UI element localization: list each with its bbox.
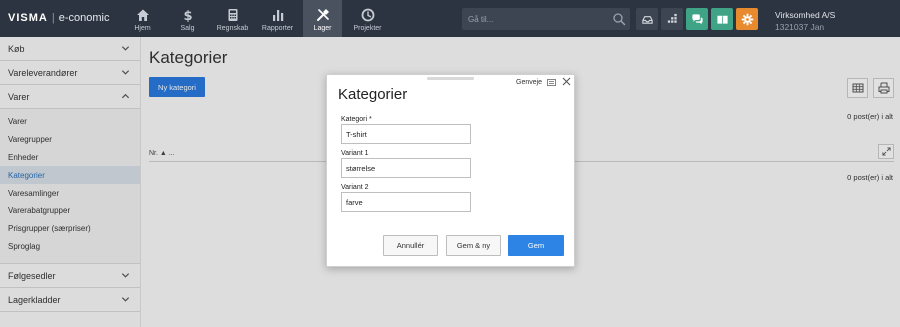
settings-button[interactable] — [736, 8, 758, 30]
apps-button[interactable] — [661, 8, 683, 30]
shortcuts-link[interactable]: Genveje — [516, 79, 556, 86]
category-dialog: Genveje Kategorier Kategori * Variant 1 … — [326, 74, 575, 267]
dollar-icon: $ — [183, 9, 192, 22]
save-and-new-button[interactable]: Gem & ny — [446, 235, 501, 256]
nav-rapporter[interactable]: Rapporter — [255, 0, 300, 37]
kategori-label: Kategori * — [341, 116, 372, 123]
main-nav: Hjem $ Salg Regnskab Rapporter Lager Pro… — [120, 0, 390, 37]
book-button[interactable] — [711, 8, 733, 30]
brand-name: VISMA — [8, 12, 48, 24]
bar-chart-icon — [272, 10, 283, 21]
search-box — [462, 8, 630, 30]
dialog-title: Kategorier — [338, 86, 408, 103]
tools-icon — [316, 9, 329, 21]
inbox-icon — [641, 15, 653, 24]
chat-icon — [691, 13, 703, 24]
variant2-input[interactable] — [341, 192, 471, 212]
product-name: e-conomic — [58, 12, 110, 24]
company-name: Virksomhed A/S — [775, 10, 836, 20]
inbox-button[interactable] — [636, 8, 658, 30]
apps-icon — [667, 13, 677, 23]
home-icon — [136, 9, 149, 21]
save-button[interactable]: Gem — [508, 235, 564, 256]
drag-handle[interactable] — [427, 77, 474, 80]
search-input[interactable] — [468, 12, 608, 26]
book-icon — [716, 15, 728, 24]
variant1-label: Variant 1 — [341, 150, 369, 157]
nav-projekter[interactable]: Projekter — [345, 0, 390, 37]
company-id-user: 1321037 Jan — [775, 22, 825, 32]
gear-icon — [741, 13, 753, 25]
kategori-input[interactable] — [341, 124, 471, 144]
clock-icon — [361, 8, 374, 22]
nav-lager[interactable]: Lager — [303, 0, 342, 37]
nav-regnskab[interactable]: Regnskab — [210, 0, 255, 37]
keyboard-icon — [547, 79, 556, 86]
search-icon[interactable] — [612, 12, 626, 26]
nav-salg[interactable]: $ Salg — [165, 0, 210, 37]
top-bar: VISMA | e-conomic Hjem $ Salg Regnskab R… — [0, 0, 900, 37]
variant1-input[interactable] — [341, 158, 471, 178]
cancel-button[interactable]: Annullér — [383, 235, 438, 256]
logo[interactable]: VISMA | e-conomic — [8, 12, 109, 24]
svg-text:$: $ — [183, 9, 192, 22]
nav-hjem[interactable]: Hjem — [120, 0, 165, 37]
variant2-label: Variant 2 — [341, 184, 369, 191]
chat-button[interactable] — [686, 8, 708, 30]
company-info[interactable]: Virksomhed A/S 1321037 Jan — [775, 9, 835, 33]
close-icon[interactable] — [561, 76, 572, 87]
calculator-icon — [228, 9, 237, 21]
